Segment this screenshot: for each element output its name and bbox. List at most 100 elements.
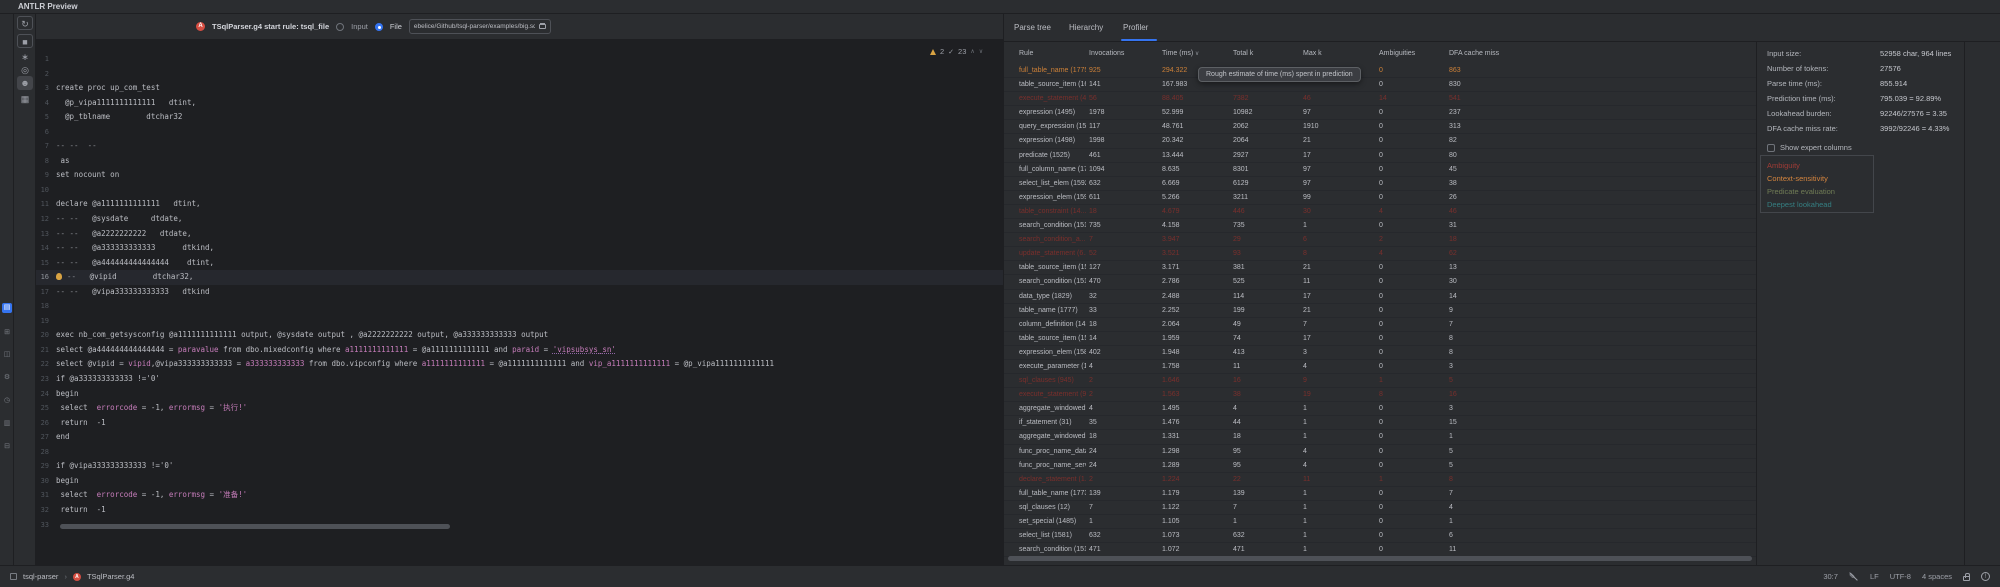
profiler-row[interactable]: full_column_name (17...10948.63583019704… [1004,163,1756,177]
profiler-row[interactable]: sql_clauses (945)21.64616915 [1004,374,1756,388]
profiler-row[interactable]: func_proc_name_data...241.29895405 [1004,445,1756,459]
editor-horizontal-scrollbar[interactable] [60,524,450,529]
code-line[interactable]: 2 [36,67,1003,82]
profiler-row[interactable]: if_statement (31)351.476441015 [1004,416,1756,430]
profiler-row[interactable]: declare_statement (1...21.224221118 [1004,473,1756,487]
input-radio[interactable] [336,23,344,31]
chevron-down-icon[interactable] [979,49,983,55]
profiler-row[interactable]: table_name (1777)332.2521992109 [1004,304,1756,318]
code-line[interactable]: 22select @vipid = vipid,@vipa33333333333… [36,357,1003,372]
profiler-row[interactable]: search_condition_a...73.947296218 [1004,233,1756,247]
file-radio[interactable] [375,23,383,31]
tool-window-icon-3[interactable]: ◫ [2,350,12,360]
window-icon[interactable] [10,573,17,580]
code-line[interactable]: 20exec nb_com_getsysconfig @a11111111111… [36,328,1003,343]
code-line[interactable]: 7-- -- -- [36,139,1003,154]
profiler-row[interactable]: full_table_name (1775)925294.3220863 [1004,64,1756,78]
profiler-row[interactable]: set_special (1485)11.1051101 [1004,515,1756,529]
profiler-row[interactable]: search_condition (1517)4702.78652511030 [1004,275,1756,289]
file-path-field[interactable]: ebelice/Github/tsql-parser/examples/big.… [409,19,551,34]
tool-window-icon-5[interactable]: ◷ [2,396,12,406]
column-header[interactable]: Ambiguities [1379,50,1446,57]
code-line[interactable]: 5 @p_tblname dtchar32 [36,110,1003,125]
column-header[interactable]: DFA cache miss [1449,50,1539,57]
profiler-row[interactable]: table_source_item (16...141167.9830830 [1004,78,1756,92]
inspections-widget[interactable]: 2 23 [930,47,983,56]
profiler-row[interactable]: expression_elem (1590)6115.266321199026 [1004,191,1756,205]
column-header[interactable]: Max k [1303,50,1376,57]
antlr-preview-tool-icon[interactable]: ▤ [2,303,12,313]
profiler-row[interactable]: predicate (1525)46113.444292717080 [1004,149,1756,163]
profiler-row[interactable]: select_list_elem (1592)6326.669612997038 [1004,177,1756,191]
file-radio-label[interactable]: File [390,22,402,31]
profiler-row[interactable]: select_list (1581)6321.073632106 [1004,529,1756,543]
asterisk-icon[interactable]: ∗ [17,50,33,64]
profiler-row[interactable]: table_source_item (15...1273.17138121013 [1004,261,1756,275]
caret-position[interactable]: 30:7 [1823,572,1838,581]
search-icon[interactable]: ◎ [17,63,33,77]
tool-window-icon-4[interactable]: ⚙ [2,373,12,383]
code-line[interactable]: 24begin [36,387,1003,402]
code-line[interactable]: 15-- -- @a444444444444444 dtint, [36,256,1003,271]
column-header[interactable]: Invocations [1089,50,1159,57]
grid-icon[interactable]: ▦ [17,92,33,106]
column-header[interactable]: Rule [1019,50,1086,57]
profiler-row[interactable]: data_type (1829)322.48811417014 [1004,290,1756,304]
profiler-row[interactable]: update_statement (6...523.521938462 [1004,247,1756,261]
code-line[interactable]: 17-- -- @vipa333333333333 dtkind [36,285,1003,300]
unlock-icon[interactable] [1963,576,1970,581]
tab-hierarchy[interactable]: Hierarchy [1069,14,1103,42]
indent-indicator[interactable]: 4 spaces [1922,572,1952,581]
code-line[interactable]: 6 [36,125,1003,140]
code-line[interactable]: 12-- -- @sysdate dtdate, [36,212,1003,227]
profiler-row[interactable]: func_proc_name_serv...241.28995405 [1004,459,1756,473]
code-line[interactable]: 10 [36,183,1003,198]
table-horizontal-scrollbar[interactable] [1008,556,1752,561]
profiler-row[interactable]: sql_clauses (12)71.1227104 [1004,501,1756,515]
code-line[interactable]: 11declare @a1111111111111 dtint, [36,197,1003,212]
profiler-row[interactable]: query_expression (1527)11748.76120621910… [1004,120,1756,134]
profiler-row[interactable]: execute_statement (40...5688.40573824614… [1004,92,1756,106]
profiler-row[interactable]: aggregate_windowed...181.33118101 [1004,430,1756,444]
tool-window-icon-2[interactable]: ⊞ [2,328,12,338]
profiler-row[interactable]: table_source_item (15...141.959741708 [1004,332,1756,346]
code-lines[interactable]: 123create proc up_com_test4 @p_vipa11111… [36,40,1003,532]
code-line[interactable]: 29if @vipa333333333333 !='0' [36,459,1003,474]
profiler-row[interactable]: full_table_name (1773)1391.179139107 [1004,487,1756,501]
intention-bulb-icon[interactable] [56,273,62,280]
code-line[interactable]: 8 as [36,154,1003,169]
profiler-person-icon[interactable]: ☻ [17,76,33,90]
code-line[interactable]: 19 [36,314,1003,329]
code-line[interactable]: 25 select errorcode = -1, errormsg = '执行… [36,401,1003,416]
encoding-indicator[interactable]: UTF-8 [1890,572,1911,581]
tool-window-icon-7[interactable]: ⊟ [2,442,12,452]
code-line[interactable]: 27end [36,430,1003,445]
profiler-row[interactable]: table_constraint (14...184.67944630446 [1004,205,1756,219]
profiler-row[interactable]: execute_statement (9...21.5633819816 [1004,388,1756,402]
code-line[interactable]: 16-- @vipid dtchar32, [36,270,1003,285]
code-line[interactable]: 30begin [36,474,1003,489]
input-radio-label[interactable]: Input [351,22,368,31]
code-line[interactable]: 31 select errorcode = -1, errormsg = '准备… [36,488,1003,503]
code-line[interactable]: 32 return -1 [36,503,1003,518]
code-line[interactable]: 23if @a333333333333 !='0' [36,372,1003,387]
code-line[interactable]: 28 [36,445,1003,460]
code-line[interactable]: 18 [36,299,1003,314]
line-ending-indicator[interactable]: LF [1870,572,1879,581]
tab-profiler[interactable]: Profiler [1123,14,1148,42]
profiler-row[interactable]: expression (1498)199820.342206421082 [1004,134,1756,148]
code-line[interactable]: 4 @p_vipa1111111111111 dtint, [36,96,1003,111]
chevron-up-icon[interactable] [970,49,974,55]
column-header[interactable]: Total k [1233,50,1300,57]
readonly-pen-icon[interactable] [1849,572,1859,582]
folder-icon[interactable] [539,24,546,29]
profiler-row[interactable]: aggregate_windowed...41.4954103 [1004,402,1756,416]
code-line[interactable]: 13-- -- @a2222222222 dtdate, [36,227,1003,242]
tab-parse-tree[interactable]: Parse tree [1014,14,1051,42]
code-line[interactable]: 9set nocount on [36,168,1003,183]
code-line[interactable]: 21select @a444444444444444 = paravalue f… [36,343,1003,358]
refresh-icon[interactable]: ↻ [17,16,33,30]
code-line[interactable]: 26 return -1 [36,416,1003,431]
profiler-row[interactable]: expression_elem (1589)4021.948413308 [1004,346,1756,360]
code-line[interactable]: 1 [36,52,1003,67]
